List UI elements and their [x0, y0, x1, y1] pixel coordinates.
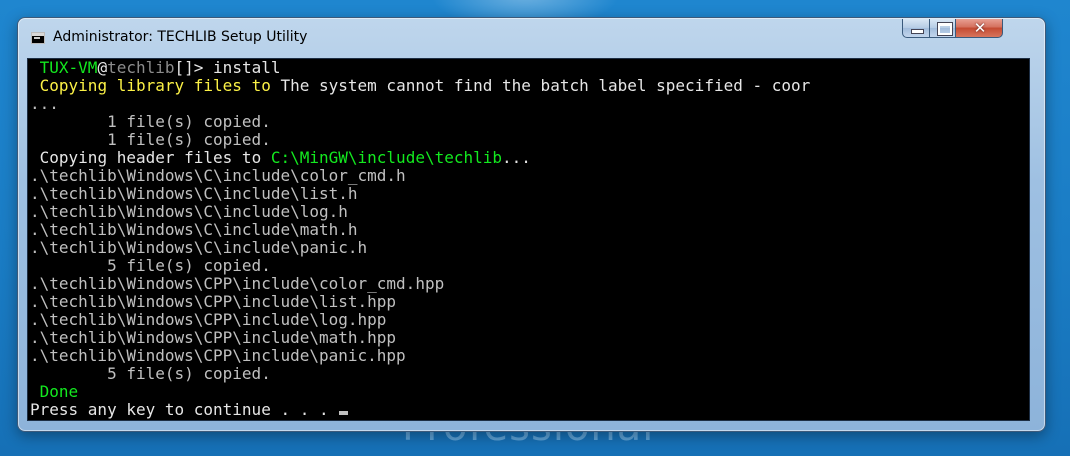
c-file-line: .\techlib\Windows\C\include\log.h — [30, 202, 348, 221]
prompt-command: install — [213, 58, 281, 77]
prompt-line: TUX-VM@techlib[]> install — [30, 59, 810, 77]
done-line: Done — [30, 383, 810, 401]
cpp-file-line: .\techlib\Windows\CPP\include\panic.hpp — [30, 346, 406, 365]
cpp-file-line: .\techlib\Windows\CPP\include\math.hpp — [30, 328, 397, 347]
copy-header-prefix: Copying header files to — [39, 148, 271, 167]
file-copied-line: 1 file(s) copied. — [30, 112, 271, 131]
maximize-button[interactable] — [929, 19, 956, 38]
prompt-host: TUX-VM — [39, 58, 98, 77]
file-copied-line: 1 file(s) copied. — [30, 130, 271, 149]
prompt-suffix: []> — [174, 58, 214, 77]
console-lines: TUX-VM@techlib[]> install Copying librar… — [30, 59, 810, 419]
minimize-icon — [911, 29, 924, 34]
press-key-text: Press any key to continue . . . — [30, 400, 339, 419]
close-button[interactable]: ✕ — [955, 19, 1003, 38]
c-file-line: .\techlib\Windows\C\include\list.h — [30, 184, 358, 203]
press-key-line: Press any key to continue . . . — [30, 401, 810, 419]
copy-header-line: Copying header files to C:\MinGW\include… — [30, 149, 810, 167]
copy-library-prefix: Copying library files to — [39, 76, 281, 95]
cpp-file-line: .\techlib\Windows\CPP\include\list.hpp — [30, 292, 397, 311]
console-window[interactable]: Administrator: TECHLIB Setup Utility ✕ T… — [17, 17, 1046, 432]
window-titlebar[interactable]: Administrator: TECHLIB Setup Utility ✕ — [18, 18, 1045, 58]
cpp-file-line: .\techlib\Windows\CPP\include\log.hpp — [30, 310, 387, 329]
done-text: Done — [39, 382, 79, 401]
c-file-line: .\techlib\Windows\C\include\math.h — [30, 220, 358, 239]
cpp-file-line: .\techlib\Windows\CPP\include\color_cmd.… — [30, 274, 445, 293]
copy-library-error: The system cannot find the batch label s… — [280, 76, 811, 95]
copy-header-destination: C:\MinGW\include\techlib — [270, 148, 503, 167]
cpp-files-copied-line: 5 file(s) copied. — [30, 364, 271, 383]
copy-header-suffix: ... — [502, 148, 531, 167]
c-files-copied-line: 5 file(s) copied. — [30, 256, 271, 275]
prompt-at: @ — [97, 58, 108, 77]
console-output[interactable]: TUX-VM@techlib[]> install Copying librar… — [27, 58, 1030, 421]
copy-library-line: Copying library files to The system cann… — [30, 76, 811, 95]
ellipsis-line: ... — [30, 94, 59, 113]
text-cursor — [339, 411, 349, 415]
console-app-icon[interactable] — [31, 32, 45, 44]
minimize-button[interactable] — [902, 19, 930, 38]
prompt-path: techlib — [107, 58, 175, 77]
maximize-icon — [937, 22, 953, 36]
close-icon: ✕ — [973, 19, 987, 37]
c-file-line: .\techlib\Windows\C\include\color_cmd.h — [30, 166, 406, 185]
window-title: Administrator: TECHLIB Setup Utility — [53, 29, 308, 45]
c-file-line: .\techlib\Windows\C\include\panic.h — [30, 238, 368, 257]
